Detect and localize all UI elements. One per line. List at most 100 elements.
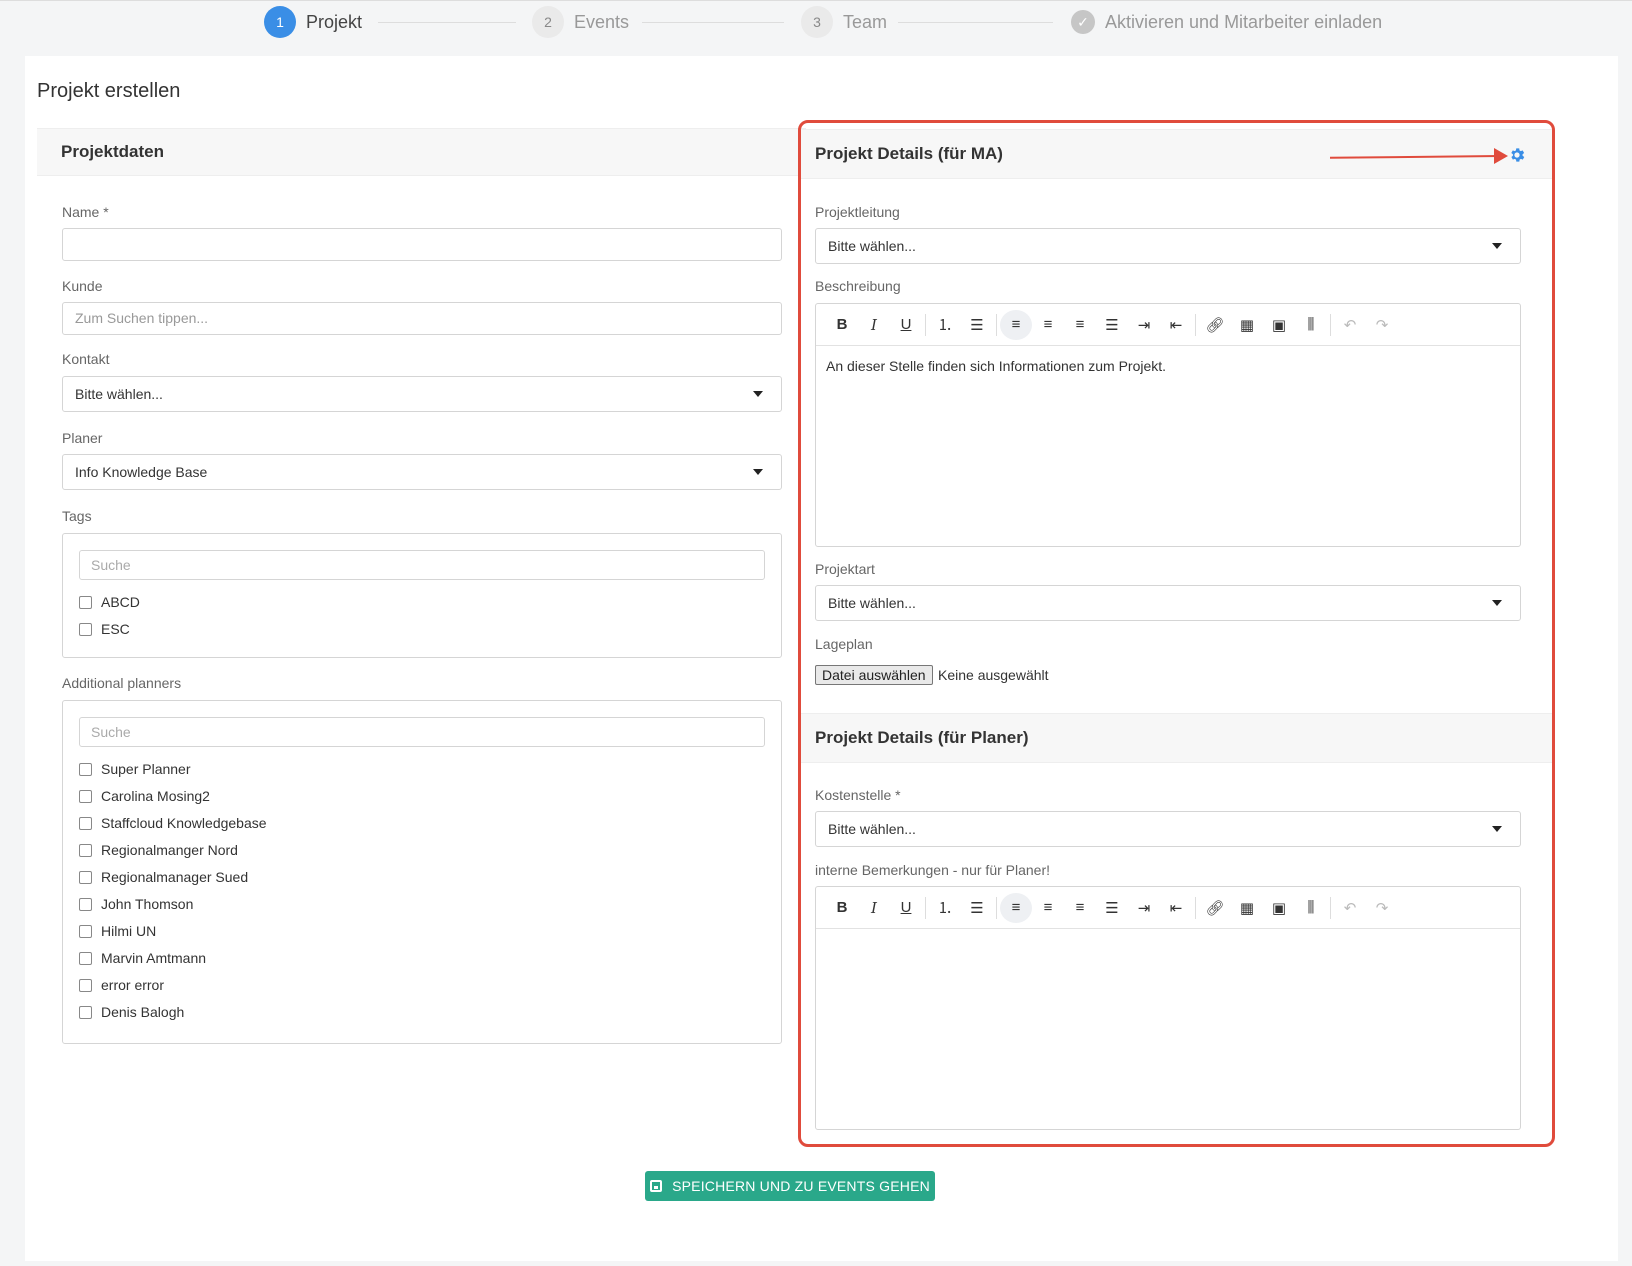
planner-item[interactable]: Regionalmanager Sued — [79, 869, 248, 885]
planner-item[interactable]: Regionalmanger Nord — [79, 842, 238, 858]
tag-item[interactable]: ABCD — [79, 594, 140, 610]
planner-item[interactable]: error error — [79, 977, 164, 993]
columns-icon[interactable]: ⫼ — [1295, 310, 1327, 340]
annotation-arrow — [1329, 155, 1501, 159]
step-aktivieren[interactable]: ✓ Aktivieren und Mitarbeiter einladen — [1071, 7, 1382, 37]
align-justify-icon[interactable]: ☰ — [1096, 893, 1128, 923]
checkbox[interactable] — [79, 951, 92, 965]
table-icon[interactable]: ▦ — [1231, 893, 1263, 923]
outdent-icon[interactable]: ⇤ — [1160, 893, 1192, 923]
planner-label: Staffcloud Knowledgebase — [101, 815, 267, 831]
caret-down-icon — [753, 391, 763, 397]
section-title: Projekt Details (für MA) — [815, 144, 1003, 163]
step-label: Projekt — [306, 11, 363, 32]
checkbox[interactable] — [79, 897, 92, 911]
bold-button[interactable]: B — [826, 310, 858, 340]
checkbox[interactable] — [79, 843, 92, 857]
ordered-list-icon[interactable]: ⒈ — [929, 893, 961, 923]
underline-button[interactable]: U — [890, 893, 922, 923]
bullet-list-icon[interactable]: ☰ — [961, 310, 993, 340]
projektleitung-select[interactable]: Bitte wählen... — [815, 228, 1521, 264]
planner-label: Denis Balogh — [101, 1004, 185, 1020]
editor-toolbar: B I U ⒈ ☰ ≡ ≡ ≡ ☰ ⇥ ⇤ 🔗︎ ▦ ▣ ⫼ ↶ ↷ — [816, 887, 1520, 929]
planner-item[interactable]: John Thomson — [79, 896, 193, 912]
image-icon[interactable]: ▣ — [1263, 310, 1295, 340]
bullet-list-icon[interactable]: ☰ — [961, 893, 993, 923]
link-icon[interactable]: 🔗︎ — [1199, 310, 1231, 340]
lageplan-label: Lageplan — [815, 636, 873, 652]
planner-label: Regionalmanager Sued — [101, 869, 249, 885]
underline-button[interactable]: U — [890, 310, 922, 340]
gear-icon[interactable] — [1508, 146, 1526, 164]
tag-item[interactable]: ESC — [79, 621, 130, 637]
planner-label: Super Planner — [101, 761, 191, 777]
redo-icon[interactable]: ↷ — [1366, 310, 1398, 340]
step-team[interactable]: 3 Team — [801, 6, 887, 38]
planer-select[interactable]: Info Knowledge Base — [62, 454, 782, 490]
checkbox[interactable] — [79, 595, 92, 609]
kunde-search-input[interactable]: Zum Suchen tippen... — [62, 302, 782, 335]
step-events[interactable]: 2 Events — [532, 6, 629, 38]
checkbox[interactable] — [79, 622, 92, 636]
image-icon[interactable]: ▣ — [1263, 893, 1295, 923]
checkbox[interactable] — [79, 816, 92, 830]
kostenstelle-select[interactable]: Bitte wählen... — [815, 811, 1521, 847]
align-left-icon[interactable]: ≡ — [1000, 309, 1032, 340]
toolbar-divider — [996, 896, 997, 919]
checkbox[interactable] — [79, 789, 92, 803]
planner-item[interactable]: Staffcloud Knowledgebase — [79, 815, 267, 831]
undo-icon[interactable]: ↶ — [1334, 893, 1366, 923]
indent-icon[interactable]: ⇥ — [1128, 893, 1160, 923]
planner-label: error error — [101, 977, 165, 993]
align-center-icon[interactable]: ≡ — [1032, 310, 1064, 340]
align-center-icon[interactable]: ≡ — [1032, 893, 1064, 923]
planner-item[interactable]: Super Planner — [79, 761, 191, 777]
planner-item[interactable]: Hilmi UN — [79, 923, 156, 939]
projektart-select[interactable]: Bitte wählen... — [815, 585, 1521, 621]
outdent-icon[interactable]: ⇤ — [1160, 310, 1192, 340]
link-icon[interactable]: 🔗︎ — [1199, 893, 1231, 923]
name-input[interactable] — [62, 228, 782, 261]
tag-label: ESC — [101, 621, 130, 637]
planners-search-input[interactable]: Suche — [79, 717, 765, 747]
save-and-continue-button[interactable]: SPEICHERN UND ZU EVENTS GEHEN — [645, 1171, 935, 1201]
checkbox[interactable] — [79, 978, 92, 992]
section-title: Projekt Details (für Planer) — [815, 728, 1029, 747]
file-choose-button[interactable]: Datei auswählen — [815, 665, 933, 685]
kontakt-select[interactable]: Bitte wählen... — [62, 376, 782, 412]
planner-label: Hilmi UN — [101, 923, 157, 939]
bemerkungen-label: interne Bemerkungen - nur für Planer! — [815, 862, 1051, 878]
table-icon[interactable]: ▦ — [1231, 310, 1263, 340]
checkbox[interactable] — [79, 762, 92, 776]
tags-search-input[interactable]: Suche — [79, 550, 765, 580]
beschreibung-editor[interactable]: B I U ⒈ ☰ ≡ ≡ ≡ ☰ ⇥ ⇤ 🔗︎ ▦ ▣ ⫼ ↶ ↷ An di… — [815, 303, 1521, 547]
step-connector — [642, 22, 784, 23]
align-right-icon[interactable]: ≡ — [1064, 310, 1096, 340]
italic-button[interactable]: I — [858, 310, 890, 340]
step-number: 1 — [264, 6, 296, 38]
step-projekt[interactable]: 1 Projekt — [264, 6, 363, 38]
save-icon — [650, 1180, 663, 1192]
redo-icon[interactable]: ↷ — [1366, 893, 1398, 923]
planner-item[interactable]: Carolina Mosing2 — [79, 788, 210, 804]
bemerkungen-content[interactable] — [816, 929, 1520, 953]
ordered-list-icon[interactable]: ⒈ — [929, 310, 961, 340]
italic-button[interactable]: I — [858, 893, 890, 923]
bemerkungen-editor[interactable]: B I U ⒈ ☰ ≡ ≡ ≡ ☰ ⇥ ⇤ 🔗︎ ▦ ▣ ⫼ ↶ ↷ — [815, 886, 1521, 1130]
indent-icon[interactable]: ⇥ — [1128, 310, 1160, 340]
align-left-icon[interactable]: ≡ — [1000, 892, 1032, 923]
align-right-icon[interactable]: ≡ — [1064, 893, 1096, 923]
planner-item[interactable]: Marvin Amtmann — [79, 950, 206, 966]
undo-icon[interactable]: ↶ — [1334, 310, 1366, 340]
columns-icon[interactable]: ⫼ — [1295, 893, 1327, 923]
beschreibung-content[interactable]: An dieser Stelle finden sich Information… — [816, 346, 1520, 386]
planner-item[interactable]: Denis Balogh — [79, 1004, 184, 1020]
page-title: Projekt erstellen — [37, 80, 181, 102]
planner-label: John Thomson — [101, 896, 194, 912]
step-connector — [378, 22, 516, 23]
align-justify-icon[interactable]: ☰ — [1096, 310, 1128, 340]
bold-button[interactable]: B — [826, 893, 858, 923]
checkbox[interactable] — [79, 870, 92, 884]
checkbox[interactable] — [79, 1005, 92, 1019]
checkbox[interactable] — [79, 924, 92, 938]
